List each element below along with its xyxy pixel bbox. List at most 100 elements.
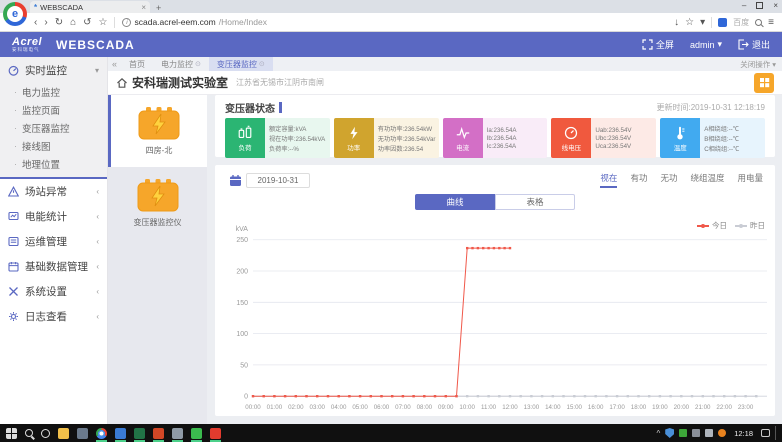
nav-grid-button[interactable] xyxy=(754,72,774,93)
tab-action-icon[interactable]: ⊙ xyxy=(195,60,201,68)
svg-text:150: 150 xyxy=(236,300,248,307)
browser-menu-icon[interactable]: ≡ xyxy=(768,17,774,28)
tray-app-icon[interactable] xyxy=(718,429,727,437)
browser-tab[interactable]: * WEBSCADA × xyxy=(30,1,150,13)
tab-transformer-monitor[interactable]: 变压器监控 ⊙ xyxy=(208,57,273,71)
legend-yesterday[interactable]: 昨日 xyxy=(735,220,765,231)
calendar-icon[interactable] xyxy=(229,174,242,187)
svg-text:11:00: 11:00 xyxy=(481,404,497,411)
sidebar-item-wiring-diagram[interactable]: · 接线图 xyxy=(0,137,107,155)
back-icon[interactable]: ‹ xyxy=(34,17,37,28)
baidu-search-box[interactable]: 百度 xyxy=(733,17,749,28)
app-media-icon[interactable] xyxy=(172,427,183,442)
accent-bar xyxy=(279,102,282,113)
tab-power-monitor[interactable]: 电力监控 ⊙ xyxy=(153,57,209,71)
date-input[interactable] xyxy=(246,172,310,188)
card-row: Ic:236.54A xyxy=(486,142,517,150)
tab-active-power[interactable]: 有功 xyxy=(630,172,647,188)
tab-close-icon[interactable]: × xyxy=(141,3,146,12)
sidebar-item-energy-stats[interactable]: 电能统计 ‹ xyxy=(0,204,107,229)
chart-panel: 视在 有功 无功 绕组温度 用电量 曲线 表格 xyxy=(215,165,775,416)
site-info-icon[interactable]: i xyxy=(122,17,132,27)
svg-text:09:00: 09:00 xyxy=(438,404,454,411)
sidebar-item-power-monitor[interactable]: · 电力监控 xyxy=(0,83,107,101)
security-shield-icon[interactable] xyxy=(665,428,675,438)
chart-canvas[interactable]: 今日 昨日 0 50 100 150 200 250 kVA 00:00 01:00 02:00 0… xyxy=(215,210,775,416)
tray-expand-icon[interactable]: ^ xyxy=(656,429,660,438)
close-operations-button[interactable]: 关闭操作 ▾ xyxy=(740,59,782,70)
chrome-icon[interactable] xyxy=(96,427,107,442)
file-explorer-icon[interactable] xyxy=(58,427,69,439)
start-icon[interactable] xyxy=(6,427,17,439)
tab-reactive-power[interactable]: 无功 xyxy=(660,172,677,188)
tray-app-icon[interactable] xyxy=(692,429,701,437)
forward-icon[interactable]: › xyxy=(44,17,47,28)
tab-home[interactable]: 首页 xyxy=(121,57,153,71)
sidebar-item-ops-management[interactable]: 运维管理 ‹ xyxy=(0,229,107,254)
card-row: 额定容量:kVA xyxy=(269,125,307,133)
device-list: 四房-北 变压器监控仪 xyxy=(108,95,207,424)
sidebar-item-station-alarm[interactable]: 场站异常 ‹ xyxy=(0,179,107,204)
powerpoint-icon[interactable] xyxy=(153,427,164,442)
acrel-logo: Acrel 安科瑞电气 xyxy=(12,35,43,52)
sidebar-item-transformer-monitor[interactable]: · 变压器监控 xyxy=(0,119,107,137)
app-red-icon[interactable] xyxy=(210,427,221,442)
cortana-icon[interactable] xyxy=(41,428,50,438)
url-field[interactable]: i scada.acrel-eem.com/Home/Index xyxy=(122,17,267,27)
browser-logo-icon[interactable]: e xyxy=(3,2,27,26)
show-desktop-button[interactable] xyxy=(775,426,778,440)
tray-app-icon[interactable] xyxy=(705,429,714,437)
dropdown-caret-icon[interactable]: ▾ xyxy=(700,17,705,28)
new-tab-button[interactable]: + xyxy=(156,3,161,13)
curve-view-button[interactable]: 曲线 xyxy=(415,194,495,210)
search-icon[interactable] xyxy=(25,429,33,437)
tab-action-icon[interactable]: ⊙ xyxy=(259,60,265,68)
sidebar-item-geo-location[interactable]: · 地理位置 xyxy=(0,155,107,173)
logout-button[interactable]: 退出 xyxy=(738,38,770,51)
baidu-search-icon[interactable] xyxy=(718,17,728,27)
undo-icon[interactable]: ↺ xyxy=(83,17,91,28)
sidebar-item-system-settings[interactable]: 系统设置 ‹ xyxy=(0,279,107,304)
legend-today[interactable]: 今日 xyxy=(697,220,727,231)
home-icon[interactable]: ⌂ xyxy=(70,17,76,28)
gauge-icon xyxy=(8,65,19,76)
sidebar-item-log-view[interactable]: 日志查看 ‹ xyxy=(0,304,107,329)
svg-text:07:00: 07:00 xyxy=(395,404,411,411)
tray-app-icon[interactable] xyxy=(679,429,688,437)
sidebar-item-monitor-page[interactable]: · 监控页面 xyxy=(0,101,107,119)
tab-title: WEBSCADA xyxy=(40,2,84,12)
status-card-current: 电流 Ia:236.54A Ib:236.54A Ic:236.54A xyxy=(442,118,548,158)
monitor-app-icon[interactable] xyxy=(77,427,88,439)
device-card-transformer-2[interactable]: 变压器监控仪 xyxy=(108,167,207,239)
sidebar-item-base-data[interactable]: 基础数据管理 ‹ xyxy=(0,254,107,279)
window-minimize-button[interactable]: – xyxy=(742,1,746,10)
collapse-tabs-icon[interactable]: « xyxy=(112,59,117,69)
bookmark-star-icon[interactable]: ☆ xyxy=(99,17,108,28)
search-magnifier-icon[interactable] xyxy=(755,18,763,26)
waveform-icon xyxy=(456,126,469,139)
wechat-icon[interactable] xyxy=(191,427,202,442)
window-maximize-button[interactable] xyxy=(756,2,764,9)
favorite-star-icon[interactable]: ☆ xyxy=(685,17,694,28)
window-close-button[interactable]: × xyxy=(773,1,778,10)
card-row: 负荷率:--% xyxy=(269,145,299,153)
fullscreen-button[interactable]: 全屏 xyxy=(642,38,674,51)
tab-winding-temp[interactable]: 绕组温度 xyxy=(690,172,724,188)
device-card-transformer-1[interactable]: 四房-北 xyxy=(108,95,207,167)
app-header: Acrel 安科瑞电气 WEBSCADA 全屏 admin ▾ 退出 xyxy=(0,32,782,57)
clock[interactable]: 12:18 xyxy=(731,429,756,438)
sidebar-item-realtime-monitor[interactable]: 实时监控 ▾ xyxy=(0,57,107,83)
notification-icon[interactable] xyxy=(761,429,770,437)
download-icon[interactable]: ↓ xyxy=(674,17,679,28)
user-menu[interactable]: admin ▾ xyxy=(690,39,722,50)
svg-text:21:00: 21:00 xyxy=(695,404,711,411)
tab-apparent[interactable]: 视在 xyxy=(600,172,618,188)
excel-icon[interactable] xyxy=(134,427,145,442)
svg-text:06:00: 06:00 xyxy=(374,404,390,411)
app-blue-icon[interactable] xyxy=(115,427,126,442)
fullscreen-icon xyxy=(642,39,653,50)
refresh-icon[interactable]: ↻ xyxy=(55,17,63,28)
tab-energy-usage[interactable]: 用电量 xyxy=(737,172,763,188)
system-tray: ^ 12:18 xyxy=(656,426,778,440)
table-view-button[interactable]: 表格 xyxy=(495,194,575,210)
